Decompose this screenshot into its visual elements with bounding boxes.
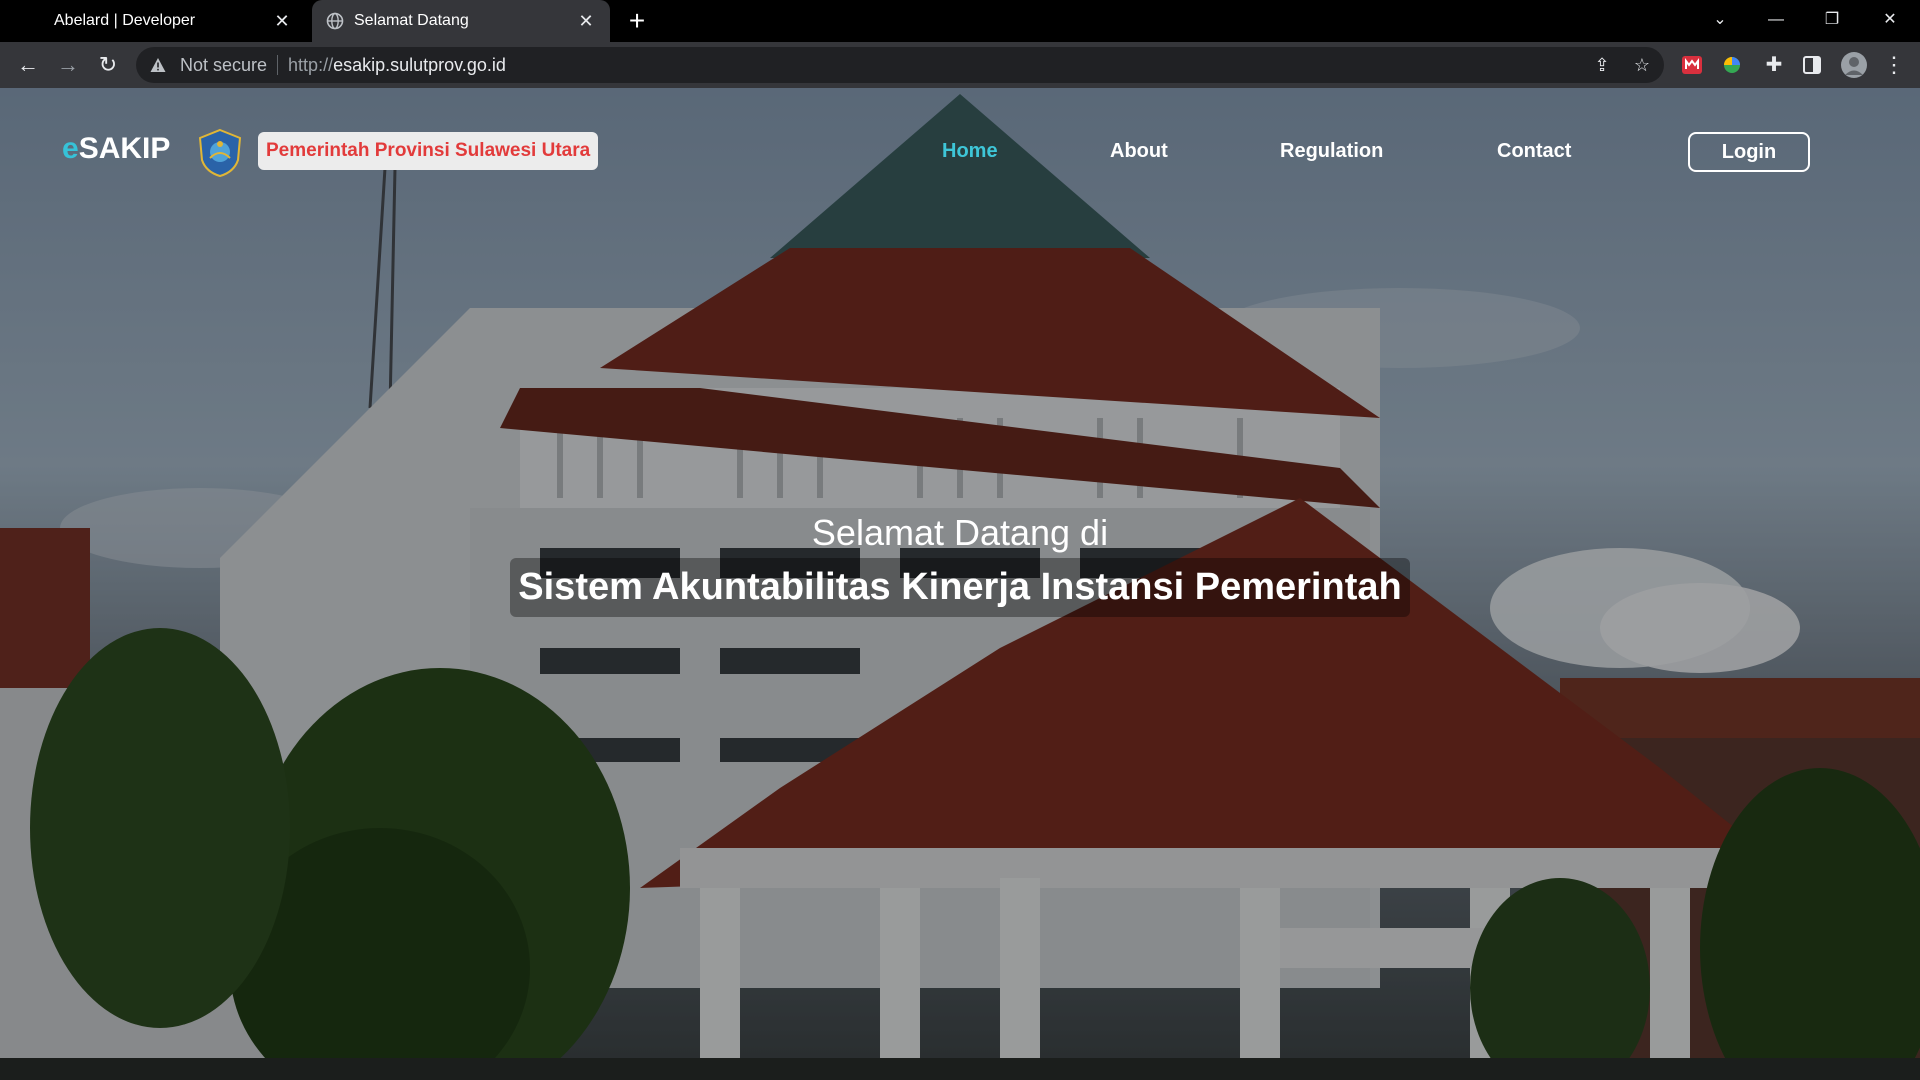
tab-close-icon[interactable]: ✕ (272, 11, 292, 31)
tab-abelard[interactable]: Abelard | Developer ✕ (10, 0, 306, 42)
avatar[interactable] (1840, 51, 1868, 79)
brand-prefix: e (62, 132, 79, 165)
tab-selamat-datang[interactable]: Selamat Datang ✕ (312, 0, 610, 42)
menu-kebab-icon[interactable]: ⋮ (1880, 51, 1908, 79)
browser-tabstrip: Abelard | Developer ✕ Selamat Datang ✕ +… (0, 0, 1920, 42)
hero-subtitle: Selamat Datang di (811, 512, 1109, 553)
extensions-puzzle-icon[interactable]: ✚ (1760, 51, 1788, 79)
url-scheme: http:// (288, 54, 334, 75)
site-header: eSAKIP Pemerintah Provinsi Sulawesi Utar… (0, 88, 1920, 208)
bookmark-star-icon[interactable]: ☆ (1628, 51, 1656, 79)
brand-name: SAKIP (78, 132, 171, 165)
tab-title: Abelard | Developer (54, 12, 196, 29)
nav-home[interactable]: Home (942, 140, 998, 163)
back-icon[interactable]: ← (14, 51, 42, 79)
url-host: esakip.sulutprov.go.id (333, 54, 506, 75)
security-label[interactable]: Not secure (180, 55, 267, 76)
extension-red-icon[interactable] (1680, 53, 1704, 77)
browser-toolbar: ← → ↻ Not secure http:// esakip.sulutpro… (0, 42, 1920, 88)
province-badge: Pemerintah Provinsi Sulawesi Utara (258, 132, 599, 170)
restore-icon[interactable]: ❐ (1812, 8, 1852, 32)
tab-close-icon[interactable]: ✕ (576, 11, 596, 31)
province-emblem-icon (198, 128, 242, 178)
reload-icon[interactable]: ↻ (94, 51, 122, 79)
share-icon[interactable]: ⇪ (1588, 51, 1616, 79)
nav-about[interactable]: About (1110, 140, 1168, 163)
hero-title: Sistem Akuntabilitas Kinerja Instansi Pe… (510, 558, 1410, 617)
minimize-icon[interactable]: — (1756, 8, 1796, 32)
new-tab-button[interactable]: + (622, 6, 652, 36)
tab-search-icon[interactable]: ⌄ (1700, 8, 1740, 32)
side-panel-icon[interactable] (1800, 53, 1824, 77)
hero-title-wrap: Sistem Akuntabilitas Kinerja Instansi Pe… (0, 558, 1920, 617)
close-window-icon[interactable]: ✕ (1870, 8, 1910, 32)
site-logo[interactable]: eSAKIP (62, 132, 170, 166)
divider (277, 55, 279, 75)
warning-icon (150, 58, 166, 72)
address-bar[interactable]: Not secure http:// esakip.sulutprov.go.i… (136, 47, 1664, 83)
nav-contact[interactable]: Contact (1497, 140, 1571, 163)
forward-icon[interactable]: → (54, 51, 82, 79)
extension-colorful-icon[interactable] (1720, 53, 1744, 77)
tab-title: Selamat Datang (354, 12, 469, 29)
page-viewport: eSAKIP Pemerintah Provinsi Sulawesi Utar… (0, 88, 1920, 1080)
nav-regulation[interactable]: Regulation (1280, 140, 1383, 163)
login-button[interactable]: Login (1688, 132, 1810, 172)
globe-icon (326, 12, 344, 30)
